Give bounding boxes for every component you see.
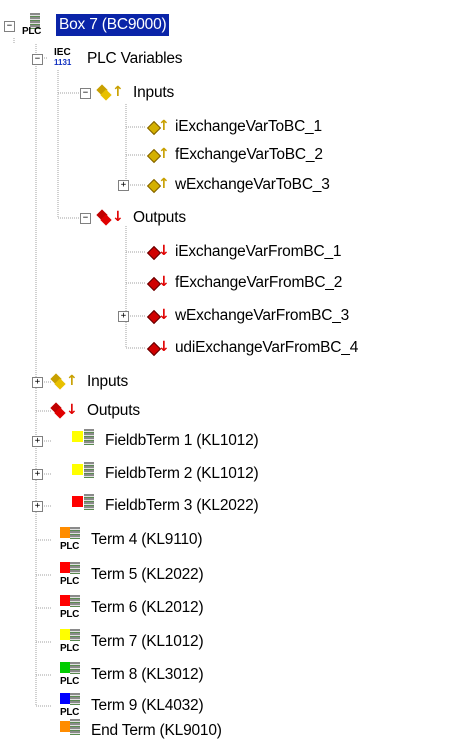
tree-node-label[interactable]: Term 8 (KL3012): [88, 664, 206, 686]
tree-node-label[interactable]: FieldbTerm 1 (KL1012): [102, 430, 261, 452]
tree-node-terminal[interactable]: PLC Term 9 (KL4032): [52, 693, 206, 719]
tree-node-label[interactable]: Term 9 (KL4032): [88, 695, 206, 717]
tree-node-label[interactable]: Outputs: [84, 400, 143, 422]
input-group-icon: ↑: [48, 369, 80, 395]
tree-node-label[interactable]: Term 5 (KL2022): [88, 564, 206, 586]
input-group-icon: ↑: [94, 80, 126, 106]
tree-node-label[interactable]: FieldbTerm 3 (KL2022): [102, 495, 261, 517]
plc-terminal-icon: PLC: [52, 629, 84, 655]
tree-node-label[interactable]: Term 6 (KL2012): [88, 597, 206, 619]
expand-toggle[interactable]: +: [32, 501, 43, 512]
tree-node-label[interactable]: iExchangeVarToBC_1: [172, 116, 325, 138]
input-var-icon: ↑: [146, 142, 170, 168]
collapse-toggle[interactable]: −: [80, 213, 91, 224]
tree-node-label[interactable]: fExchangeVarFromBC_2: [172, 272, 345, 294]
expand-toggle[interactable]: +: [32, 469, 43, 480]
expand-toggle[interactable]: +: [118, 180, 129, 191]
tree-node-label[interactable]: Term 4 (KL9110): [88, 529, 205, 551]
tree-node-output-var[interactable]: ↓ udiExchangeVarFromBC_4: [146, 335, 361, 361]
tree-node-label[interactable]: Inputs: [84, 371, 131, 393]
tree-node-box7[interactable]: − PLC Box 7 (BC9000): [4, 12, 171, 38]
terminal-icon: [72, 428, 98, 454]
collapse-toggle[interactable]: −: [32, 54, 43, 65]
output-var-icon: ↓: [146, 303, 170, 329]
output-var-icon: ↓: [146, 335, 170, 361]
tree-node-output-var[interactable]: ↓ iExchangeVarFromBC_1: [146, 239, 344, 265]
tree-node-box-outputs[interactable]: ↓ Outputs: [48, 398, 143, 424]
tree-node-label[interactable]: Outputs: [130, 207, 189, 229]
tree-node-terminal[interactable]: PLC Term 7 (KL1012): [52, 629, 206, 655]
tree-node-output-var[interactable]: ↓ fExchangeVarFromBC_2: [146, 270, 345, 296]
input-var-icon: ↑: [146, 114, 170, 140]
output-var-icon: ↓: [146, 270, 170, 296]
tree-node-label[interactable]: udiExchangeVarFromBC_4: [172, 337, 361, 359]
tree-node-label[interactable]: End Term (KL9010): [88, 720, 225, 742]
tree-node-label[interactable]: fExchangeVarToBC_2: [172, 144, 326, 166]
terminal-icon: [72, 461, 98, 487]
plc-terminal-icon: PLC: [52, 562, 84, 588]
tree-node-output-var[interactable]: + ↓ wExchangeVarFromBC_3: [118, 303, 352, 329]
input-var-icon: ↑: [146, 172, 170, 198]
plc-terminal-icon: PLC: [52, 662, 84, 688]
tree-node-input-var[interactable]: ↑ fExchangeVarToBC_2: [146, 142, 326, 168]
tree-node-plc-variables[interactable]: − IEC 1131 PLC Variables: [32, 46, 185, 72]
terminal-icon: [72, 493, 98, 519]
plc-terminal-icon: PLC: [52, 527, 84, 553]
tree-node-terminal[interactable]: PLC Term 8 (KL3012): [52, 662, 206, 688]
output-group-icon: ↓: [94, 205, 126, 231]
collapse-toggle[interactable]: −: [80, 88, 91, 99]
io-tree-view[interactable]: − PLC Box 7 (BC9000) − IEC 1131 PLC Vari…: [0, 0, 450, 747]
plc-terminal-icon: PLC: [52, 693, 84, 719]
tree-node-plc-outputs[interactable]: − ↓ Outputs: [80, 205, 189, 231]
output-var-icon: ↓: [146, 239, 170, 265]
expand-toggle[interactable]: +: [118, 311, 129, 322]
tree-node-terminal[interactable]: PLC Term 6 (KL2012): [52, 595, 206, 621]
tree-node-terminal[interactable]: End Term (KL9010): [52, 718, 225, 744]
tree-node-label[interactable]: PLC Variables: [84, 48, 185, 70]
end-terminal-icon: [52, 718, 84, 744]
tree-node-terminal[interactable]: + FieldbTerm 3 (KL2022): [32, 493, 261, 519]
tree-node-terminal[interactable]: + FieldbTerm 2 (KL1012): [32, 461, 261, 487]
tree-node-label[interactable]: Inputs: [130, 82, 177, 104]
expand-toggle[interactable]: +: [32, 377, 43, 388]
tree-node-label[interactable]: wExchangeVarToBC_3: [172, 174, 333, 196]
tree-node-plc-inputs[interactable]: − ↑ Inputs: [80, 80, 177, 106]
plc-terminal-icon: PLC: [52, 595, 84, 621]
tree-node-input-var[interactable]: + ↑ wExchangeVarToBC_3: [118, 172, 333, 198]
tree-node-label[interactable]: Term 7 (KL1012): [88, 631, 206, 653]
tree-node-terminal[interactable]: PLC Term 5 (KL2022): [52, 562, 206, 588]
tree-node-input-var[interactable]: ↑ iExchangeVarToBC_1: [146, 114, 325, 140]
expand-toggle[interactable]: +: [32, 436, 43, 447]
output-group-icon: ↓: [48, 398, 80, 424]
tree-node-label[interactable]: FieldbTerm 2 (KL1012): [102, 463, 261, 485]
tree-node-label[interactable]: Box 7 (BC9000): [54, 13, 171, 37]
tree-node-terminal[interactable]: PLC Term 4 (KL9110): [52, 527, 205, 553]
iec-1131-icon: IEC 1131: [54, 47, 72, 68]
tree-node-terminal[interactable]: + FieldbTerm 1 (KL1012): [32, 428, 261, 454]
tree-node-label[interactable]: wExchangeVarFromBC_3: [172, 305, 352, 327]
tree-node-box-inputs[interactable]: + ↑ Inputs: [32, 369, 131, 395]
collapse-toggle[interactable]: −: [4, 21, 15, 32]
plc-box-icon: PLC: [20, 12, 52, 38]
tree-node-label[interactable]: iExchangeVarFromBC_1: [172, 241, 344, 263]
